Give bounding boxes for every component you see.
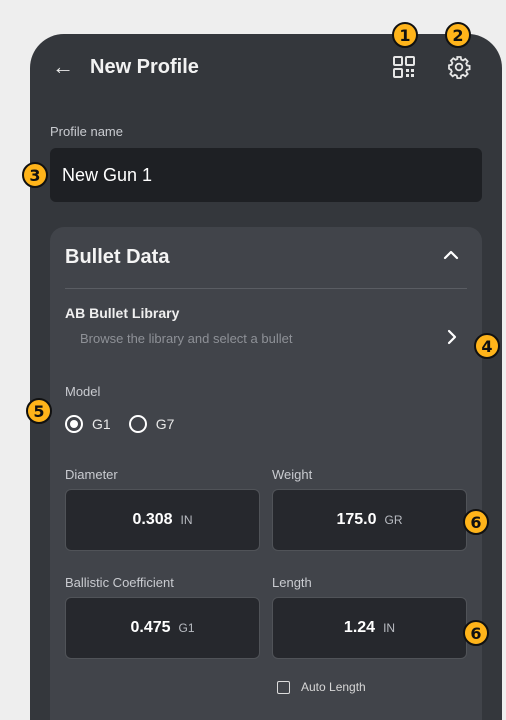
profile-name-label: Profile name [50,124,123,139]
annotation-badge-1: 1 [392,22,418,48]
ballistic-coefficient-label: Ballistic Coefficient [65,575,174,590]
app-header: ← New Profile [30,34,502,104]
length-value: 1.24 [343,619,376,636]
chevron-up-icon[interactable] [440,244,462,266]
model-label: Model [65,384,101,399]
length-unit: IN [383,621,396,635]
weight-unit: GR [384,513,403,527]
auto-length-row[interactable]: Auto Length [277,680,366,694]
bullet-data-title: Bullet Data [65,246,170,268]
bullet-data-card: Bullet Data AB Bullet Library Browse the… [50,227,482,720]
auto-length-label[interactable]: Auto Length [301,680,366,694]
annotation-badge-6: 6 [463,509,489,535]
radio-g1[interactable] [65,415,83,433]
app-screen: ← New Profile Profile name New Gun 1 Bul… [30,34,502,720]
diameter-unit: IN [180,513,193,527]
gear-icon[interactable] [447,55,471,79]
radio-g7[interactable] [128,415,147,433]
profile-name-value: New Gun 1 [62,165,153,185]
model-radio-group: G1 G7 [65,412,192,436]
radio-g7-label[interactable]: G7 [156,416,175,432]
annotation-badge-3: 3 [22,162,48,188]
back-arrow-icon[interactable]: ← [52,54,74,80]
profile-name-input[interactable]: New Gun 1 [50,148,482,202]
ballistic-coefficient-unit: G1 [178,621,195,635]
ballistic-coefficient-value: 0.475 [130,619,171,636]
bullet-library-title[interactable]: AB Bullet Library [65,305,179,321]
chevron-right-icon[interactable] [443,326,461,348]
diameter-field[interactable]: 0.308 IN [65,489,260,551]
weight-field[interactable]: 175.0 GR [272,489,467,551]
diameter-value: 0.308 [132,511,173,528]
radio-g1-label[interactable]: G1 [92,416,111,432]
qr-code-icon[interactable] [393,56,415,78]
annotation-badge-6b: 6 [463,620,489,646]
length-field[interactable]: 1.24 IN [272,597,467,659]
weight-label: Weight [272,467,313,482]
annotation-badge-5: 5 [26,398,52,424]
diameter-label: Diameter [65,467,118,482]
weight-value: 175.0 [336,511,377,528]
annotation-badge-4: 4 [474,333,500,359]
annotation-badge-2: 2 [445,22,471,48]
divider [65,288,467,289]
length-label: Length [272,575,312,590]
ballistic-coefficient-field[interactable]: 0.475 G1 [65,597,260,659]
auto-length-checkbox[interactable] [277,680,290,694]
page-title: New Profile [90,56,199,78]
bullet-library-subtitle[interactable]: Browse the library and select a bullet [80,331,292,346]
